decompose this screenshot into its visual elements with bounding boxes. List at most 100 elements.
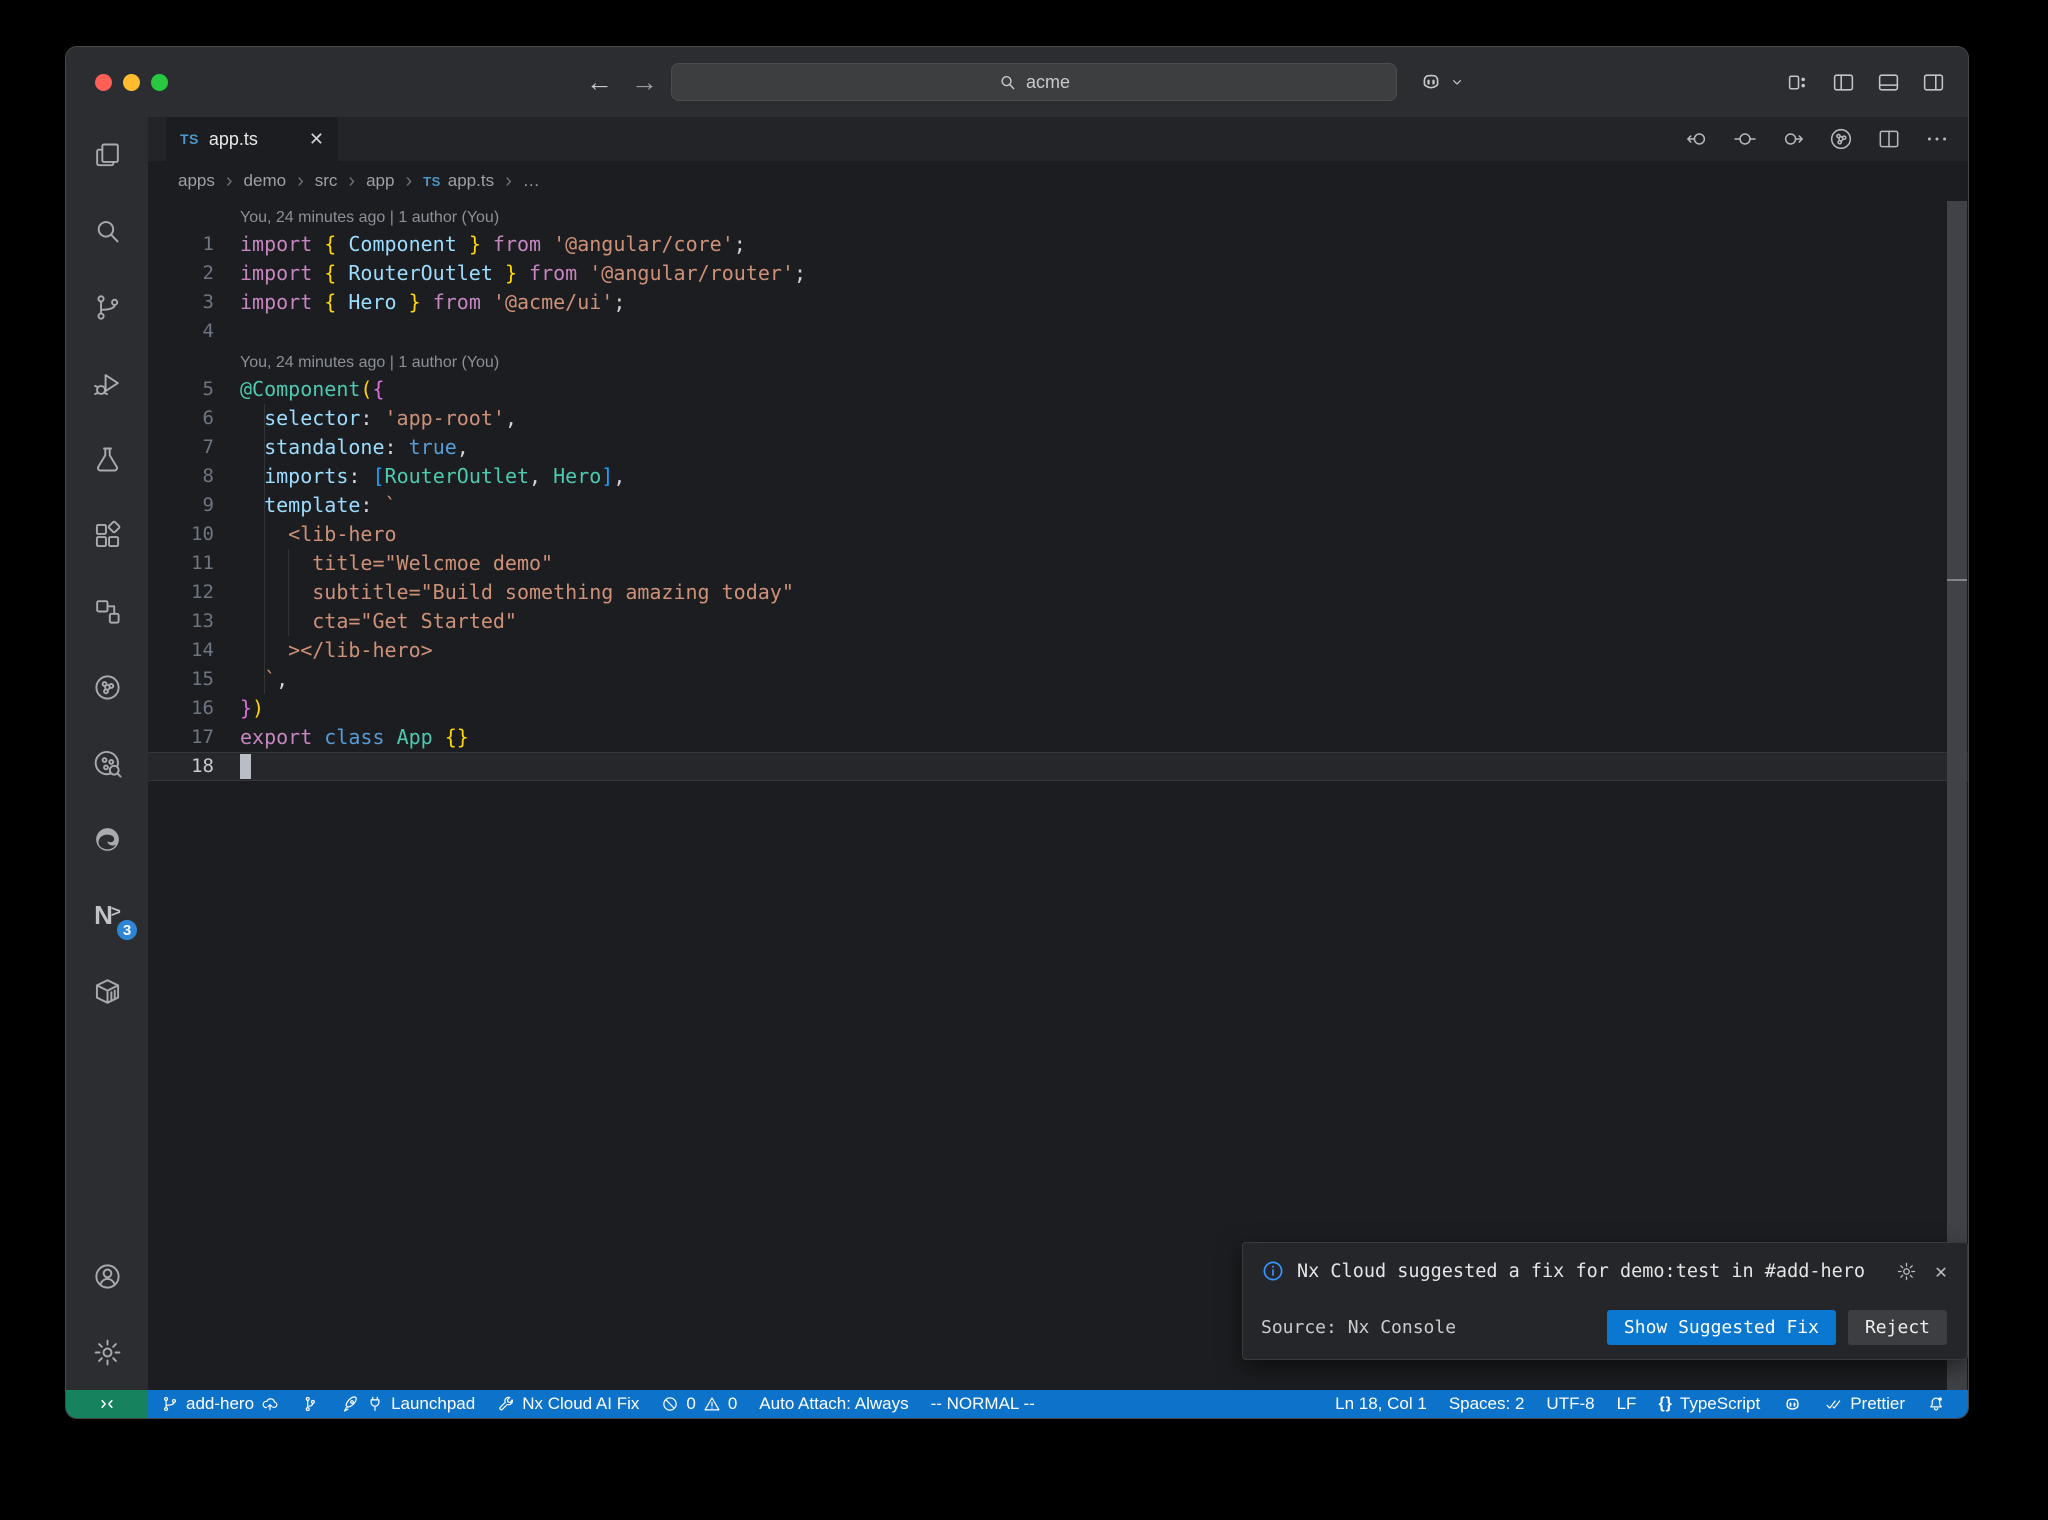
- breadcrumb-item-appts[interactable]: TS app.ts: [423, 171, 494, 191]
- source-control-icon[interactable]: [66, 269, 148, 345]
- testing-icon[interactable]: [66, 421, 148, 497]
- next-change-button[interactable]: [1780, 126, 1806, 152]
- nx-targets-icon[interactable]: [66, 649, 148, 725]
- toggle-panel-button[interactable]: [1876, 70, 1901, 95]
- code-line-8[interactable]: 8 imports: [RouterOutlet, Hero],: [148, 462, 1968, 491]
- nx-graph-search-icon[interactable]: [66, 725, 148, 801]
- command-center-search[interactable]: acme: [671, 63, 1397, 101]
- eol-status[interactable]: LF: [1606, 1390, 1648, 1418]
- copilot-menu[interactable]: [1418, 47, 1465, 117]
- line-number: 11: [191, 552, 214, 574]
- line-number: 18: [191, 755, 214, 777]
- forward-button[interactable]: →: [631, 67, 658, 98]
- back-button[interactable]: ←: [586, 67, 613, 98]
- explorer-icon[interactable]: [66, 117, 148, 193]
- nx-run-target-button[interactable]: [1828, 126, 1854, 152]
- code-line-2[interactable]: 2 import { RouterOutlet } from '@angular/…: [148, 259, 1968, 288]
- code-line-11[interactable]: 11 title="Welcmoe demo": [148, 549, 1968, 578]
- code-line-3[interactable]: 3 import { Hero } from '@acme/ui';: [148, 288, 1968, 317]
- minimize-window-button[interactable]: [123, 73, 140, 91]
- code-line-6[interactable]: 6 selector: 'app-root',: [148, 404, 1968, 433]
- settings-gear-icon[interactable]: [66, 1314, 148, 1390]
- label: -- NORMAL --: [930, 1394, 1035, 1413]
- indentation-status[interactable]: Spaces: 2: [1438, 1390, 1536, 1418]
- code-line-14[interactable]: 14 ></lib-hero>: [148, 636, 1968, 665]
- project-graph-icon[interactable]: [66, 573, 148, 649]
- containers-icon[interactable]: [66, 953, 148, 1029]
- copilot-icon: [1418, 69, 1444, 95]
- rocket-icon: [341, 1395, 359, 1413]
- launchpad-status[interactable]: Launchpad: [330, 1390, 486, 1418]
- code-editor[interactable]: You, 24 minutes ago | 1 author (You) 1 imp…: [148, 201, 1968, 1390]
- more-actions-button[interactable]: [1924, 126, 1950, 152]
- close-window-button[interactable]: [95, 73, 112, 91]
- breadcrumb-item-[interactable]: …: [523, 171, 540, 191]
- nx-console-icon[interactable]: N> 3: [66, 877, 148, 953]
- code-line-18[interactable]: 18: [148, 752, 1968, 781]
- blame-annotation[interactable]: You, 24 minutes ago | 1 author (You): [148, 201, 1968, 230]
- breadcrumb-separator-icon: ›: [348, 169, 356, 192]
- code-line-5[interactable]: 5 @Component({: [148, 375, 1968, 404]
- breadcrumb-item-app[interactable]: app: [366, 171, 394, 191]
- pending-changes-button[interactable]: [1732, 126, 1758, 152]
- run-debug-icon[interactable]: [66, 345, 148, 421]
- code-line-1[interactable]: 1 import { Component } from '@angular/cor…: [148, 230, 1968, 259]
- git-branch-status[interactable]: add-hero: [150, 1390, 290, 1418]
- toggle-primary-sidebar-button[interactable]: [1831, 70, 1856, 95]
- blame-annotation[interactable]: You, 24 minutes ago | 1 author (You): [148, 346, 1968, 375]
- scrollbar-slider[interactable]: [1947, 201, 1967, 1390]
- extensions-icon[interactable]: [66, 497, 148, 573]
- copilot-status[interactable]: [1771, 1390, 1814, 1418]
- toggle-secondary-sidebar-button[interactable]: [1921, 70, 1946, 95]
- search-icon: [998, 73, 1017, 92]
- accounts-icon[interactable]: [66, 1238, 148, 1314]
- label: 0: [727, 1394, 738, 1413]
- label: add-hero: [186, 1394, 255, 1413]
- breadcrumb-separator-icon: ›: [505, 169, 512, 192]
- auto-attach-status[interactable]: Auto Attach: Always: [748, 1390, 919, 1418]
- encoding-status[interactable]: UTF-8: [1535, 1390, 1605, 1418]
- code-line-9[interactable]: 9 template: `: [148, 491, 1968, 520]
- tab-app-ts[interactable]: TS app.ts ✕: [166, 117, 338, 161]
- cursor-position-status[interactable]: Ln 18, Col 1: [1324, 1390, 1438, 1418]
- edge-tools-icon[interactable]: [66, 801, 148, 877]
- split-editor-button[interactable]: [1876, 126, 1902, 152]
- breadcrumb-item-apps[interactable]: apps: [178, 171, 215, 191]
- line-number: 13: [191, 610, 214, 632]
- code-line-15[interactable]: 15 `,: [148, 665, 1968, 694]
- status-bar: add-hero Launchpad Nx Cloud AI Fix 0 0 Auto A…: [66, 1390, 1968, 1418]
- vertical-scrollbar[interactable]: [1947, 201, 1967, 1390]
- reject-button[interactable]: Reject: [1847, 1310, 1947, 1345]
- prev-change-button[interactable]: [1684, 126, 1710, 152]
- code-line-7[interactable]: 7 standalone: true,: [148, 433, 1968, 462]
- customize-layout-button[interactable]: [1786, 70, 1811, 95]
- notification-close-icon[interactable]: ✕: [1935, 1259, 1947, 1283]
- remote-indicator[interactable]: [66, 1390, 148, 1418]
- breadcrumb-item-src[interactable]: src: [315, 171, 338, 191]
- nx-cloud-ai-fix-status[interactable]: Nx Cloud AI Fix: [486, 1390, 650, 1418]
- language-status[interactable]: {} TypeScript: [1647, 1390, 1771, 1418]
- search-icon[interactable]: [66, 193, 148, 269]
- problems-status[interactable]: 00: [650, 1390, 748, 1418]
- zoom-window-button[interactable]: [151, 73, 168, 91]
- notification-settings-icon[interactable]: [1896, 1261, 1917, 1282]
- show-suggested-fix-button[interactable]: Show Suggested Fix: [1606, 1310, 1836, 1345]
- panel-bottom-icon[interactable]: [1876, 70, 1901, 95]
- breadcrumb-item-demo[interactable]: demo: [244, 171, 287, 191]
- code-line-4[interactable]: 4: [148, 317, 1968, 346]
- panel-right-icon[interactable]: [1921, 70, 1946, 95]
- git-graph-status[interactable]: [290, 1390, 330, 1418]
- line-number: 2: [202, 262, 214, 284]
- code-line-17[interactable]: 17 export class App {}: [148, 723, 1968, 752]
- code-line-12[interactable]: 12 subtitle="Build something amazing tod…: [148, 578, 1968, 607]
- formatter-status[interactable]: Prettier: [1814, 1390, 1916, 1418]
- code-line-16[interactable]: 16}): [148, 694, 1968, 723]
- layout-customize-icon[interactable]: [1786, 70, 1811, 95]
- notifications-bell[interactable]: [1916, 1390, 1956, 1418]
- code-line-13[interactable]: 13 cta="Get Started": [148, 607, 1968, 636]
- code-line-10[interactable]: 10 <lib-hero: [148, 520, 1968, 549]
- panel-left-icon[interactable]: [1831, 70, 1856, 95]
- vim-mode-status[interactable]: -- NORMAL --: [920, 1390, 1046, 1418]
- close-tab-icon[interactable]: ✕: [309, 129, 324, 150]
- line-number: 17: [191, 726, 214, 748]
